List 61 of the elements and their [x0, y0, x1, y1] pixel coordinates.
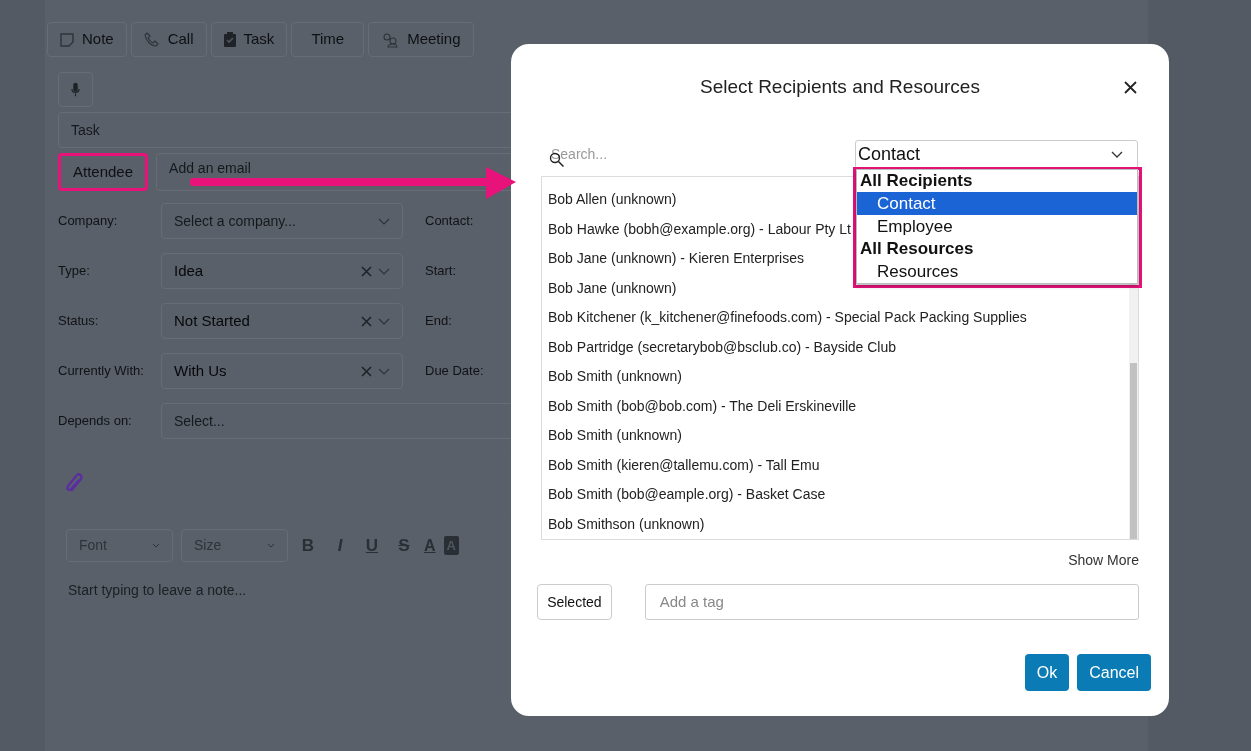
chevron-down-icon: [378, 267, 390, 275]
select-field[interactable]: Not Started: [161, 303, 403, 339]
dropdown-option[interactable]: Contact: [857, 192, 1137, 215]
clear-icon[interactable]: [361, 265, 372, 277]
dialog-title: Select Recipients and Resources: [700, 74, 980, 99]
chevron-down-icon: [267, 543, 275, 548]
cancel-button[interactable]: Cancel: [1077, 654, 1151, 691]
tab-button[interactable]: Note: [47, 22, 127, 57]
field-label: Currently With:: [58, 362, 145, 380]
chevron-down-icon: [378, 367, 390, 375]
field-label: Contact:: [424, 212, 475, 230]
people-icon: [381, 31, 400, 48]
field-label: Status:: [58, 312, 100, 330]
ok-button[interactable]: Ok: [1024, 654, 1070, 691]
field-label: End:: [424, 312, 453, 330]
search-field[interactable]: Search...: [541, 144, 741, 165]
note-icon: [60, 32, 74, 47]
tab-button[interactable]: Call: [130, 22, 207, 57]
list-item[interactable]: Bob Jane (unknown) - Kieren Enterprises: [548, 244, 805, 274]
list-item[interactable]: Bob Smith (bob@bob.com) - The Deli Erskineville: [548, 391, 857, 421]
clear-icon[interactable]: [361, 315, 372, 327]
attendee-button[interactable]: Attendee: [58, 153, 149, 191]
option-group-label: All Recipients: [859, 170, 974, 192]
dropdown-option[interactable]: Employee: [857, 215, 1137, 238]
list-item[interactable]: Bob Smith (unknown): [548, 362, 682, 392]
list-item[interactable]: Bob Hawke (bobh@example.org) - Labour Pty Lt: [548, 214, 851, 244]
tab-button[interactable]: Meeting: [368, 22, 474, 57]
clear-icon[interactable]: [361, 365, 372, 377]
field-label: Depends on:: [58, 412, 133, 430]
chevron-down-icon: [1111, 151, 1123, 158]
tag-field[interactable]: Add a tag: [644, 584, 1139, 620]
phone-icon: [143, 31, 160, 48]
list-item[interactable]: Bob Smith (kieren@tallemu.com) - Tall Emu: [548, 450, 820, 480]
microphone-icon: [71, 81, 80, 98]
field-label: Due Date:: [424, 362, 485, 380]
list-item[interactable]: Bob Smith (unknown): [548, 421, 682, 451]
list-item[interactable]: Bob Partridge (secretarybob@bsclub.co) - Bayside Club: [548, 332, 897, 362]
tab-button[interactable]: Time: [291, 22, 365, 57]
chevron-down-icon: [378, 217, 390, 225]
close-icon[interactable]: [1124, 81, 1137, 94]
field-label: Type:: [58, 262, 91, 280]
option-group-label: All Resources: [859, 238, 975, 260]
list-item[interactable]: Bob Allen (unknown): [548, 185, 677, 215]
select-field[interactable]: With Us: [161, 353, 403, 389]
chevron-down-icon: [378, 317, 390, 325]
list-item[interactable]: Bob Smith (bob@eample.org) - Basket Case: [548, 480, 826, 510]
list-item[interactable]: Bob Smithson (unknown): [548, 509, 705, 539]
dropdown-option[interactable]: Resources: [857, 260, 1137, 283]
chevron-down-icon: [152, 543, 160, 548]
list-item[interactable]: Bob Jane (unknown): [548, 273, 677, 303]
show-more-link[interactable]: Show More: [1068, 552, 1139, 568]
tab-button[interactable]: Task: [210, 22, 288, 57]
selected-button[interactable]: Selected: [537, 584, 612, 620]
microphone-button[interactable]: [58, 72, 93, 107]
list-item[interactable]: Bob Kitchener (k_kitchener@finefoods.com) - Special Pack Packing Supplies: [548, 303, 1027, 333]
select-field[interactable]: Idea: [161, 253, 403, 289]
field-label: Company:: [58, 212, 119, 230]
scrollbar-thumb[interactable]: [1130, 363, 1137, 539]
clipboard-check-icon: [223, 32, 236, 47]
field-label: Start:: [424, 262, 458, 280]
select-field[interactable]: Select a company...: [161, 203, 403, 239]
